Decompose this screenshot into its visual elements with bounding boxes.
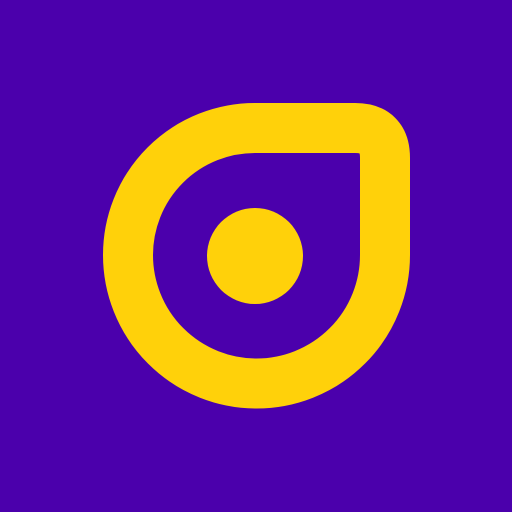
app-icon-graphic [0,0,512,512]
app-icon [0,0,512,512]
center-dot-icon [207,208,303,304]
